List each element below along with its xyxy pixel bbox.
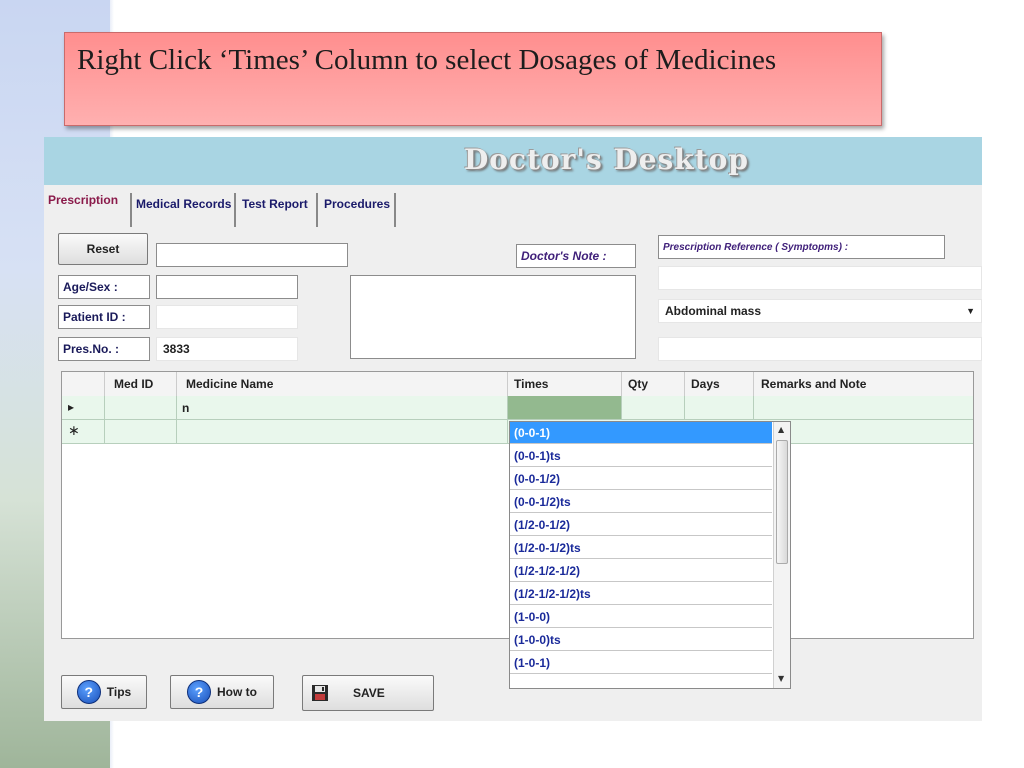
column-times[interactable]: Times <box>514 377 548 391</box>
tab-separator <box>316 193 318 227</box>
medicine-name-cell[interactable]: n <box>182 401 189 415</box>
tab-test-report[interactable]: Test Report <box>242 197 308 229</box>
scroll-up-icon[interactable]: ▲ <box>778 425 784 434</box>
how-to-button[interactable]: ? How to <box>170 675 274 709</box>
tips-button[interactable]: ? Tips <box>61 675 147 709</box>
dosage-option[interactable]: (1/2-0-1/2)ts <box>510 537 772 559</box>
patient-name-field[interactable] <box>156 243 348 267</box>
save-label: SAVE <box>353 686 385 700</box>
dosage-option[interactable]: (1-0-1) <box>510 652 772 674</box>
times-cell[interactable] <box>508 396 621 419</box>
times-dropdown-list[interactable]: (0-0-1) (0-0-1)ts (0-0-1/2) (0-0-1/2)ts … <box>509 421 791 689</box>
chevron-down-icon[interactable]: ▼ <box>966 306 975 316</box>
age-sex-field[interactable] <box>156 275 298 299</box>
dosage-option[interactable]: (1-0-0) <box>510 606 772 628</box>
dosage-option[interactable]: (1/2-1/2-1/2)ts <box>510 583 772 605</box>
floppy-disk-icon <box>312 685 328 701</box>
column-qty[interactable]: Qty <box>628 377 648 391</box>
tab-procedures[interactable]: Procedures <box>324 197 390 229</box>
dosage-option[interactable]: (0-0-1) <box>510 422 772 444</box>
new-row-icon: ∗ <box>68 423 80 439</box>
tips-label: Tips <box>106 685 132 699</box>
dosage-option[interactable]: (1-0-0)ts <box>510 629 772 651</box>
doctors-note-textarea[interactable] <box>350 275 636 359</box>
app-title: Doctor's Desktop <box>464 143 749 176</box>
dosage-option[interactable]: (0-0-1/2) <box>510 468 772 490</box>
dosage-option[interactable]: (1/2-0-1/2) <box>510 514 772 536</box>
patient-id-label: Patient ID : <box>58 305 150 329</box>
column-days[interactable]: Days <box>691 377 720 391</box>
column-medicine-name[interactable]: Medicine Name <box>186 377 273 391</box>
slide-title-box: Right Click ‘Times’ Column to select Dos… <box>64 32 882 126</box>
doctors-note-label: Doctor's Note : <box>516 244 636 268</box>
age-sex-label: Age/Sex : <box>58 275 150 299</box>
dosage-option[interactable]: (0-0-1)ts <box>510 445 772 467</box>
patient-id-field[interactable] <box>156 305 298 329</box>
dropdown-scrollbar[interactable]: ▲ ▼ <box>773 422 790 688</box>
tab-medical-records[interactable]: Medical Records <box>136 197 231 229</box>
tab-separator <box>130 193 132 227</box>
doctors-desktop-window: Doctor's Desktop Prescription Medical Re… <box>44 137 982 721</box>
scrollbar-thumb[interactable] <box>776 440 788 564</box>
dosage-option[interactable]: (1/2-1/2-1/2) <box>510 560 772 582</box>
app-banner: Doctor's Desktop <box>44 137 982 185</box>
how-to-label: How to <box>217 685 257 699</box>
grid-header: Med ID Medicine Name Times Qty Days Rema… <box>62 372 973 397</box>
reset-button[interactable]: Reset <box>58 233 148 265</box>
symptom-extra-field[interactable] <box>658 337 982 361</box>
symptom-search-field[interactable] <box>658 266 982 290</box>
row-selector-icon: ▸ <box>68 400 75 414</box>
symptom-select-value: Abdominal mass <box>665 304 762 318</box>
dosage-option[interactable]: (0-0-1/2)ts <box>510 491 772 513</box>
column-med-id[interactable]: Med ID <box>114 377 153 391</box>
tab-separator <box>394 193 396 227</box>
tab-separator <box>234 193 236 227</box>
tab-prescription[interactable]: Prescription <box>48 193 118 225</box>
symptom-select[interactable]: Abdominal mass ▼ <box>658 299 982 323</box>
question-circle-icon: ? <box>76 680 101 704</box>
column-remarks[interactable]: Remarks and Note <box>761 377 866 391</box>
table-row[interactable]: ▸ n <box>62 396 973 420</box>
prescription-reference-label: Prescription Reference ( Symptopms) : <box>658 235 945 259</box>
pres-no-label: Pres.No. : <box>58 337 150 361</box>
pres-no-field[interactable]: 3833 <box>156 337 298 361</box>
question-circle-icon: ? <box>187 680 211 704</box>
save-button[interactable]: SAVE <box>302 675 434 711</box>
slide-title: Right Click ‘Times’ Column to select Dos… <box>77 44 777 76</box>
scroll-down-icon[interactable]: ▼ <box>778 674 784 683</box>
